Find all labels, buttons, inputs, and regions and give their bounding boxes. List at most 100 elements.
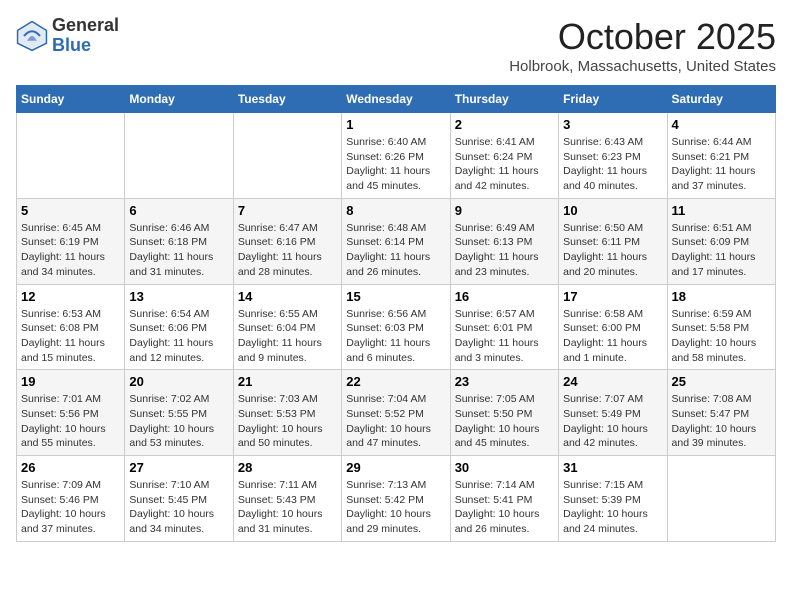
calendar-cell bbox=[17, 113, 125, 199]
day-number: 21 bbox=[238, 374, 337, 389]
calendar-cell: 7 Sunrise: 6:47 AMSunset: 6:16 PMDaylight… bbox=[233, 198, 341, 284]
day-info: Sunrise: 6:56 AMSunset: 6:03 PMDaylight:… bbox=[346, 307, 445, 366]
day-number: 18 bbox=[672, 289, 771, 304]
day-info: Sunrise: 7:15 AMSunset: 5:39 PMDaylight:… bbox=[563, 478, 662, 537]
day-info: Sunrise: 6:49 AMSunset: 6:13 PMDaylight:… bbox=[455, 221, 554, 280]
calendar-cell: 24Sunrise: 7:07 AMSunset: 5:49 PMDayligh… bbox=[559, 370, 667, 456]
day-header-saturday: Saturday bbox=[667, 86, 775, 113]
day-header-tuesday: Tuesday bbox=[233, 86, 341, 113]
day-info: Sunrise: 7:05 AMSunset: 5:50 PMDaylight:… bbox=[455, 392, 554, 451]
day-info: Sunrise: 6:59 AMSunset: 5:58 PMDaylight:… bbox=[672, 307, 771, 366]
day-number: 3 bbox=[563, 117, 662, 132]
day-info: Sunrise: 6:51 AMSunset: 6:09 PMDaylight:… bbox=[672, 221, 771, 280]
calendar-cell: 31 Sunrise: 7:15 AMSunset: 5:39 PMDayligh… bbox=[559, 456, 667, 542]
day-number: 16 bbox=[455, 289, 554, 304]
day-number: 24 bbox=[563, 374, 662, 389]
week-row-1: 1Sunrise: 6:40 AMSunset: 6:26 PMDaylight… bbox=[17, 113, 776, 199]
calendar-cell: 5 Sunrise: 6:45 AMSunset: 6:19 PMDaylight… bbox=[17, 198, 125, 284]
header-row: SundayMondayTuesdayWednesdayThursdayFrid… bbox=[17, 86, 776, 113]
day-header-wednesday: Wednesday bbox=[342, 86, 450, 113]
day-number: 5 bbox=[21, 203, 120, 218]
week-row-5: 26Sunrise: 7:09 AMSunset: 5:46 PMDayligh… bbox=[17, 456, 776, 542]
calendar-cell: 3Sunrise: 6:43 AMSunset: 6:23 PMDaylight… bbox=[559, 113, 667, 199]
calendar-cell: 13 Sunrise: 6:54 AMSunset: 6:06 PMDayligh… bbox=[125, 284, 233, 370]
calendar-cell: 10 Sunrise: 6:50 AMSunset: 6:11 PMDayligh… bbox=[559, 198, 667, 284]
calendar-cell: 18 Sunrise: 6:59 AMSunset: 5:58 PMDayligh… bbox=[667, 284, 775, 370]
day-info: Sunrise: 7:02 AMSunset: 5:55 PMDaylight:… bbox=[129, 392, 228, 451]
day-info: Sunrise: 6:47 AMSunset: 6:16 PMDaylight:… bbox=[238, 221, 337, 280]
day-header-friday: Friday bbox=[559, 86, 667, 113]
day-number: 2 bbox=[455, 117, 554, 132]
day-header-monday: Monday bbox=[125, 86, 233, 113]
day-number: 13 bbox=[129, 289, 228, 304]
day-number: 9 bbox=[455, 203, 554, 218]
day-number: 19 bbox=[21, 374, 120, 389]
day-number: 12 bbox=[21, 289, 120, 304]
day-info: Sunrise: 6:48 AMSunset: 6:14 PMDaylight:… bbox=[346, 221, 445, 280]
calendar-cell bbox=[667, 456, 775, 542]
calendar-cell: 27 Sunrise: 7:10 AMSunset: 5:45 PMDayligh… bbox=[125, 456, 233, 542]
day-number: 29 bbox=[346, 460, 445, 475]
day-info: Sunrise: 7:11 AMSunset: 5:43 PMDaylight:… bbox=[238, 478, 337, 537]
calendar-cell: 16 Sunrise: 6:57 AMSunset: 6:01 PMDayligh… bbox=[450, 284, 558, 370]
day-number: 1 bbox=[346, 117, 445, 132]
day-number: 26 bbox=[21, 460, 120, 475]
calendar-cell: 17 Sunrise: 6:58 AMSunset: 6:00 PMDayligh… bbox=[559, 284, 667, 370]
day-info: Sunrise: 7:14 AMSunset: 5:41 PMDaylight:… bbox=[455, 478, 554, 537]
calendar-cell: 22Sunrise: 7:04 AMSunset: 5:52 PMDayligh… bbox=[342, 370, 450, 456]
calendar-cell: 2 Sunrise: 6:41 AMSunset: 6:24 PMDaylight… bbox=[450, 113, 558, 199]
calendar-cell: 21 Sunrise: 7:03 AMSunset: 5:53 PMDayligh… bbox=[233, 370, 341, 456]
day-info: Sunrise: 6:41 AMSunset: 6:24 PMDaylight:… bbox=[455, 135, 554, 194]
day-info: Sunrise: 6:57 AMSunset: 6:01 PMDaylight:… bbox=[455, 307, 554, 366]
calendar-cell: 6Sunrise: 6:46 AMSunset: 6:18 PMDaylight… bbox=[125, 198, 233, 284]
calendar-cell: 28 Sunrise: 7:11 AMSunset: 5:43 PMDayligh… bbox=[233, 456, 341, 542]
week-row-2: 5 Sunrise: 6:45 AMSunset: 6:19 PMDaylight… bbox=[17, 198, 776, 284]
calendar-table: SundayMondayTuesdayWednesdayThursdayFrid… bbox=[16, 85, 776, 542]
month-title: October 2025 bbox=[509, 16, 776, 58]
day-info: Sunrise: 6:50 AMSunset: 6:11 PMDaylight:… bbox=[563, 221, 662, 280]
day-number: 14 bbox=[238, 289, 337, 304]
logo: General Blue bbox=[16, 16, 119, 56]
calendar-cell: 1Sunrise: 6:40 AMSunset: 6:26 PMDaylight… bbox=[342, 113, 450, 199]
page-header: General Blue October 2025 Holbrook, Mass… bbox=[16, 16, 776, 75]
logo-text: General Blue bbox=[52, 16, 119, 56]
day-number: 22 bbox=[346, 374, 445, 389]
calendar-cell: 9 Sunrise: 6:49 AMSunset: 6:13 PMDaylight… bbox=[450, 198, 558, 284]
day-info: Sunrise: 6:53 AMSunset: 6:08 PMDaylight:… bbox=[21, 307, 120, 366]
day-info: Sunrise: 7:03 AMSunset: 5:53 PMDaylight:… bbox=[238, 392, 337, 451]
day-info: Sunrise: 6:54 AMSunset: 6:06 PMDaylight:… bbox=[129, 307, 228, 366]
title-block: October 2025 Holbrook, Massachusetts, Un… bbox=[509, 16, 776, 75]
day-number: 23 bbox=[455, 374, 554, 389]
day-number: 17 bbox=[563, 289, 662, 304]
calendar-cell: 26Sunrise: 7:09 AMSunset: 5:46 PMDayligh… bbox=[17, 456, 125, 542]
day-number: 31 bbox=[563, 460, 662, 475]
day-number: 30 bbox=[455, 460, 554, 475]
day-number: 20 bbox=[129, 374, 228, 389]
calendar-cell: 14Sunrise: 6:55 AMSunset: 6:04 PMDayligh… bbox=[233, 284, 341, 370]
day-number: 27 bbox=[129, 460, 228, 475]
day-number: 10 bbox=[563, 203, 662, 218]
day-info: Sunrise: 7:10 AMSunset: 5:45 PMDaylight:… bbox=[129, 478, 228, 537]
day-info: Sunrise: 7:08 AMSunset: 5:47 PMDaylight:… bbox=[672, 392, 771, 451]
calendar-cell bbox=[233, 113, 341, 199]
day-number: 6 bbox=[129, 203, 228, 218]
day-info: Sunrise: 7:13 AMSunset: 5:42 PMDaylight:… bbox=[346, 478, 445, 537]
logo-icon bbox=[16, 20, 48, 52]
day-info: Sunrise: 7:01 AMSunset: 5:56 PMDaylight:… bbox=[21, 392, 120, 451]
calendar-cell: 15 Sunrise: 6:56 AMSunset: 6:03 PMDayligh… bbox=[342, 284, 450, 370]
day-number: 7 bbox=[238, 203, 337, 218]
day-info: Sunrise: 6:58 AMSunset: 6:00 PMDaylight:… bbox=[563, 307, 662, 366]
day-number: 28 bbox=[238, 460, 337, 475]
week-row-4: 19 Sunrise: 7:01 AMSunset: 5:56 PMDayligh… bbox=[17, 370, 776, 456]
calendar-cell: 19 Sunrise: 7:01 AMSunset: 5:56 PMDayligh… bbox=[17, 370, 125, 456]
day-info: Sunrise: 6:45 AMSunset: 6:19 PMDaylight:… bbox=[21, 221, 120, 280]
day-number: 11 bbox=[672, 203, 771, 218]
calendar-cell: 8Sunrise: 6:48 AMSunset: 6:14 PMDaylight… bbox=[342, 198, 450, 284]
day-number: 15 bbox=[346, 289, 445, 304]
calendar-cell: 29 Sunrise: 7:13 AMSunset: 5:42 PMDayligh… bbox=[342, 456, 450, 542]
calendar-cell: 11 Sunrise: 6:51 AMSunset: 6:09 PMDayligh… bbox=[667, 198, 775, 284]
day-info: Sunrise: 6:44 AMSunset: 6:21 PMDaylight:… bbox=[672, 135, 771, 194]
calendar-cell: 25 Sunrise: 7:08 AMSunset: 5:47 PMDayligh… bbox=[667, 370, 775, 456]
calendar-cell: 30 Sunrise: 7:14 AMSunset: 5:41 PMDayligh… bbox=[450, 456, 558, 542]
day-number: 25 bbox=[672, 374, 771, 389]
